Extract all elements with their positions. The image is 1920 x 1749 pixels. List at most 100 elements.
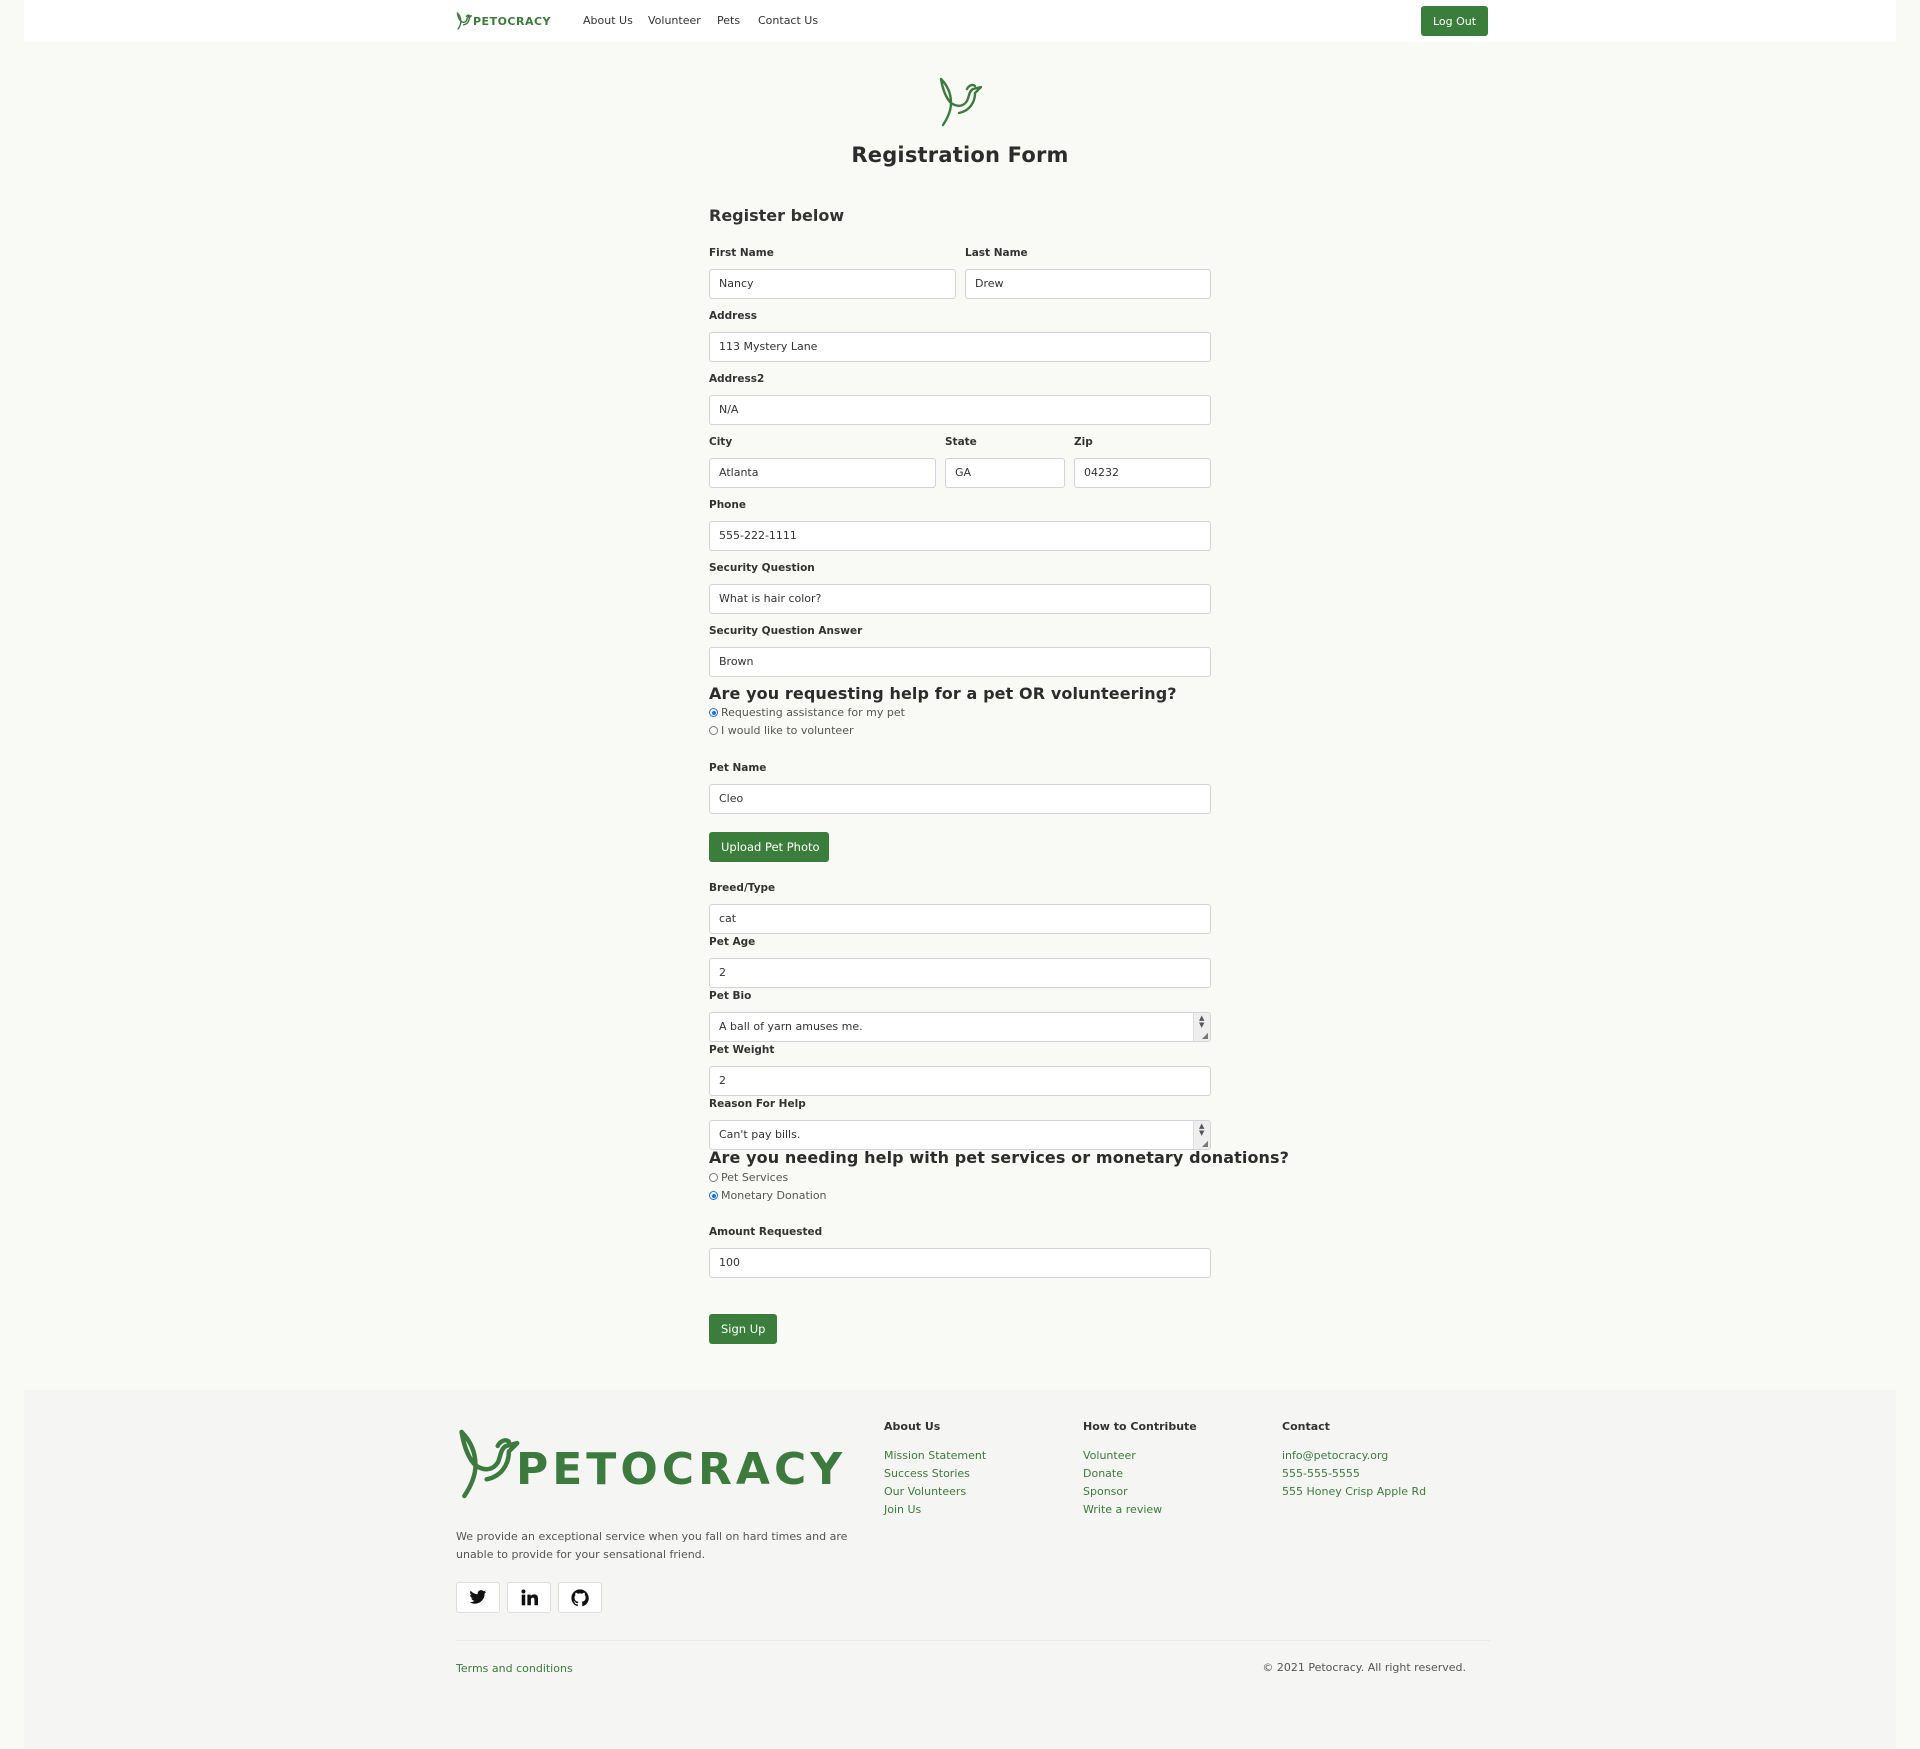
- pet-bio-textarea[interactable]: A ball of yarn amuses me. ▲ ▼ ◢: [709, 1012, 1211, 1042]
- copyright-text: © 2021 Petocracy. All right reserved.: [1262, 1661, 1466, 1674]
- role-volunteer-radio[interactable]: [709, 726, 718, 735]
- hummingbird-logo-icon: [456, 12, 472, 30]
- navbar-container: PETOCRACY About Us Volunteer Pets Contac…: [456, 0, 1488, 42]
- footer-description: We provide an exceptional service when y…: [456, 1530, 848, 1561]
- footer-link-success-stories[interactable]: Success Stories: [884, 1465, 986, 1483]
- footer-link-join-us[interactable]: Join Us: [884, 1501, 986, 1519]
- resize-grip-icon: ◢: [1201, 1139, 1208, 1148]
- monetary-donation-label: Monetary Donation: [721, 1189, 827, 1202]
- pet-age-label: Pet Age: [709, 936, 756, 948]
- footer-contribute-heading: How to Contribute: [1083, 1420, 1197, 1433]
- address-label: Address: [709, 310, 757, 322]
- hummingbird-footer-icon: [459, 1429, 520, 1499]
- pet-services-radio[interactable]: [709, 1173, 718, 1182]
- help-option-pet-services[interactable]: Pet Services: [709, 1171, 788, 1184]
- reason-text: Can't pay bills.: [719, 1128, 801, 1141]
- footer-link-email[interactable]: info@petocracy.org: [1282, 1447, 1426, 1465]
- footer-about-heading: About Us: [884, 1420, 941, 1433]
- monetary-donation-radio[interactable]: [709, 1191, 718, 1200]
- top-navbar: PETOCRACY About Us Volunteer Pets Contac…: [24, 0, 1896, 42]
- first-name-label: First Name: [709, 247, 774, 259]
- role-volunteer-label: I would like to volunteer: [721, 724, 854, 737]
- pet-bio-text: A ball of yarn amuses me.: [719, 1020, 863, 1033]
- first-name-input[interactable]: Nancy: [709, 269, 956, 299]
- nav-link-volunteer[interactable]: Volunteer: [648, 14, 701, 27]
- role-question-heading: Are you requesting help for a pet OR vol…: [709, 684, 1177, 703]
- footer-link-donate[interactable]: Donate: [1083, 1465, 1197, 1483]
- footer-link-sponsor[interactable]: Sponsor: [1083, 1483, 1197, 1501]
- address-input[interactable]: 113 Mystery Lane: [709, 332, 1211, 362]
- pet-services-label: Pet Services: [721, 1171, 789, 1184]
- pet-age-input[interactable]: 2: [709, 958, 1211, 988]
- reason-textarea[interactable]: Can't pay bills. ▲ ▼ ◢: [709, 1120, 1211, 1150]
- upload-pet-photo-button[interactable]: Upload Pet Photo: [709, 832, 829, 862]
- reason-label: Reason For Help: [709, 1098, 806, 1110]
- footer-link-address[interactable]: 555 Honey Crisp Apple Rd: [1282, 1483, 1426, 1501]
- breed-label: Breed/Type: [709, 882, 776, 894]
- scroll-arrows-icon: ▲ ▼: [1199, 1014, 1205, 1029]
- footer-divider: [456, 1640, 1490, 1641]
- hummingbird-hero-icon: [939, 77, 983, 127]
- zip-input[interactable]: 04232: [1074, 458, 1211, 488]
- github-icon: [571, 1588, 589, 1606]
- last-name-input[interactable]: Drew: [965, 269, 1211, 299]
- linkedin-icon: [520, 1589, 538, 1606]
- role-request-radio[interactable]: [709, 708, 718, 717]
- footer-column-about: About Us Mission Statement Success Stori…: [884, 1420, 986, 1519]
- reason-resize-handle[interactable]: ▲ ▼ ◢: [1193, 1121, 1210, 1149]
- breed-input[interactable]: cat: [709, 904, 1211, 934]
- state-label: State: [945, 436, 977, 448]
- form-subtitle: Register below: [709, 206, 845, 225]
- github-button[interactable]: [558, 1582, 602, 1613]
- pet-name-input[interactable]: Cleo: [709, 784, 1211, 814]
- footer-contact-heading: Contact: [1282, 1420, 1330, 1433]
- linkedin-button[interactable]: [507, 1582, 551, 1613]
- city-label: City: [709, 436, 733, 448]
- amount-label: Amount Requested: [709, 1226, 823, 1238]
- security-question-input[interactable]: What is hair color?: [709, 584, 1211, 614]
- sign-up-button[interactable]: Sign Up: [709, 1314, 777, 1344]
- address2-input[interactable]: N/A: [709, 395, 1211, 425]
- pet-name-label: Pet Name: [709, 762, 767, 774]
- phone-label: Phone: [709, 499, 746, 511]
- last-name-label: Last Name: [965, 247, 1028, 259]
- zip-label: Zip: [1074, 436, 1093, 448]
- footer-link-mission-statement[interactable]: Mission Statement: [884, 1447, 986, 1465]
- pet-weight-label: Pet Weight: [709, 1044, 775, 1056]
- role-request-label: Requesting assistance for my pet: [721, 706, 905, 719]
- security-answer-label: Security Question Answer: [709, 625, 863, 637]
- twitter-icon: [469, 1590, 487, 1604]
- nav-link-contact-us[interactable]: Contact Us: [758, 14, 818, 27]
- footer-column-contribute: How to Contribute Volunteer Donate Spons…: [1083, 1420, 1197, 1519]
- pet-bio-resize-handle[interactable]: ▲ ▼ ◢: [1193, 1013, 1210, 1041]
- address2-label: Address2: [709, 373, 765, 385]
- navbar-brand[interactable]: PETOCRACY: [456, 11, 551, 31]
- footer-link-phone[interactable]: 555-555-5555: [1282, 1465, 1426, 1483]
- resize-grip-icon: ◢: [1201, 1031, 1208, 1040]
- footer-link-volunteer[interactable]: Volunteer: [1083, 1447, 1197, 1465]
- amount-input[interactable]: 100: [709, 1248, 1211, 1278]
- navbar-brand-text: PETOCRACY: [473, 14, 552, 28]
- footer-column-contact: Contact info@petocracy.org 555-555-5555 …: [1282, 1420, 1426, 1501]
- phone-input[interactable]: 555-222-1111: [709, 521, 1211, 551]
- city-input[interactable]: Atlanta: [709, 458, 936, 488]
- scroll-arrows-icon: ▲ ▼: [1199, 1122, 1205, 1137]
- nav-link-about-us[interactable]: About Us: [583, 14, 633, 27]
- role-option-request[interactable]: Requesting assistance for my pet: [709, 706, 905, 719]
- terms-link[interactable]: Terms and conditions: [456, 1662, 573, 1675]
- pet-bio-label: Pet Bio: [709, 990, 752, 1002]
- footer-container: PETOCRACY We provide an exceptional serv…: [456, 1390, 1490, 1749]
- logout-button[interactable]: Log Out: [1421, 6, 1488, 36]
- footer-link-write-review[interactable]: Write a review: [1083, 1501, 1197, 1519]
- help-option-monetary-donation[interactable]: Monetary Donation: [709, 1189, 827, 1202]
- footer-link-our-volunteers[interactable]: Our Volunteers: [884, 1483, 986, 1501]
- footer-brand-text: PETOCRACY: [516, 1443, 847, 1495]
- state-input[interactable]: GA: [945, 458, 1065, 488]
- footer-brand[interactable]: PETOCRACY: [456, 1422, 846, 1506]
- twitter-button[interactable]: [456, 1582, 500, 1613]
- nav-link-pets[interactable]: Pets: [717, 14, 740, 27]
- footer: PETOCRACY We provide an exceptional serv…: [24, 1390, 1896, 1749]
- role-option-volunteer[interactable]: I would like to volunteer: [709, 724, 853, 737]
- security-answer-input[interactable]: Brown: [709, 647, 1211, 677]
- pet-weight-input[interactable]: 2: [709, 1066, 1211, 1096]
